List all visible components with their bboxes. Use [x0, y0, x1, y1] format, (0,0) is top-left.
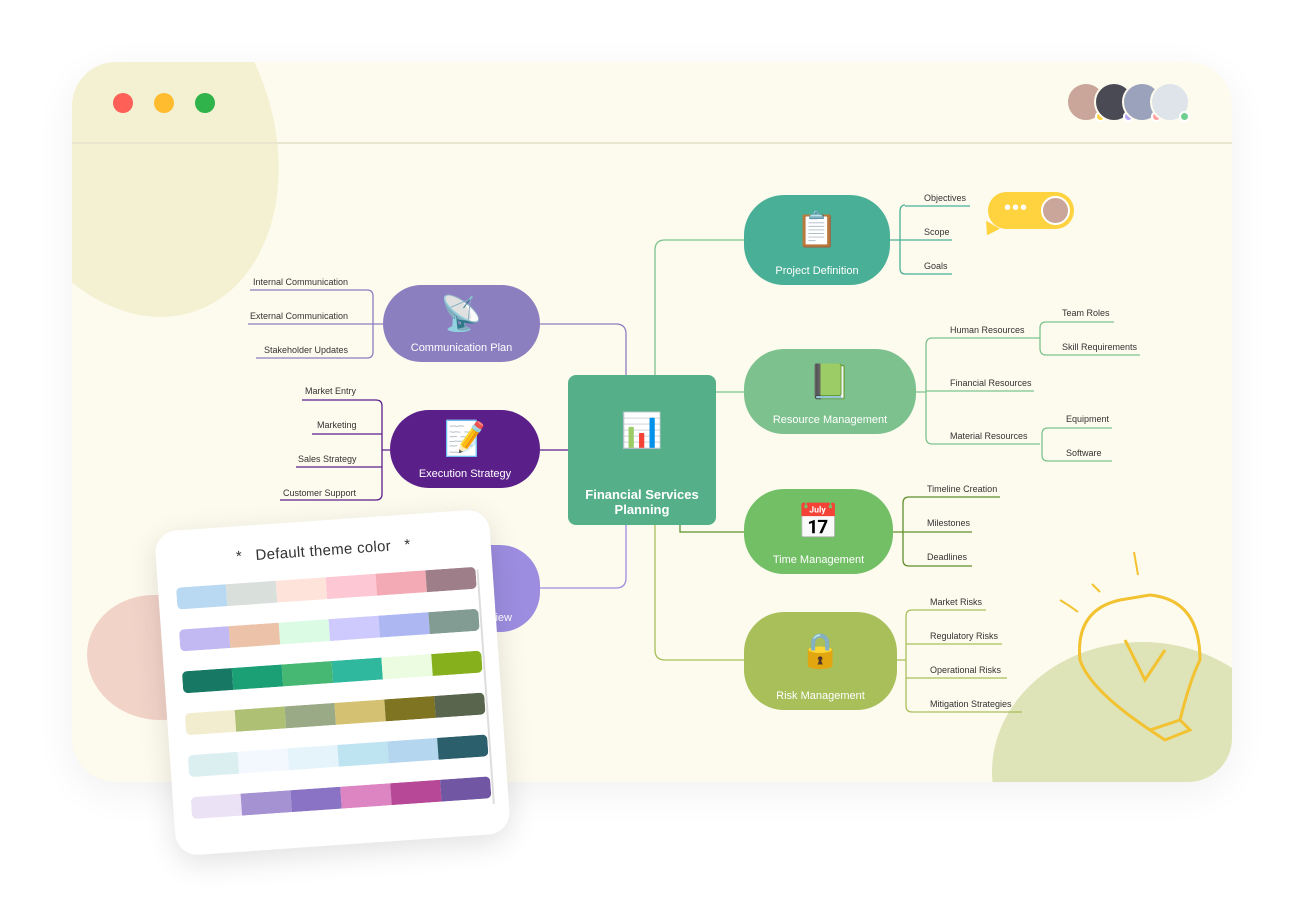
- leaf-node[interactable]: Deadlines: [927, 552, 967, 562]
- leaf-node[interactable]: Regulatory Risks: [930, 631, 998, 641]
- color-swatch[interactable]: [228, 622, 281, 649]
- chart-growth-icon: 📊: [620, 412, 664, 450]
- leaf-node[interactable]: Skill Requirements: [1062, 342, 1137, 352]
- palette-row[interactable]: [190, 776, 492, 820]
- color-swatch[interactable]: [375, 570, 427, 596]
- node-project-definition[interactable]: 📋 Project Definition: [744, 195, 890, 285]
- node-execution-strategy[interactable]: 📝 Execution Strategy: [390, 410, 540, 488]
- color-swatch[interactable]: [187, 751, 240, 778]
- palette-row[interactable]: [178, 608, 480, 652]
- shield-lock-icon: 🔒: [799, 632, 842, 670]
- color-swatch[interactable]: [384, 695, 436, 722]
- color-swatch[interactable]: [240, 790, 292, 816]
- leaf-node[interactable]: Goals: [924, 261, 948, 271]
- typing-dots-icon: •••: [1004, 197, 1029, 219]
- color-swatch[interactable]: [428, 608, 480, 635]
- leaf-node[interactable]: Milestones: [927, 518, 970, 528]
- color-swatch[interactable]: [284, 702, 336, 729]
- color-swatch[interactable]: [440, 776, 492, 802]
- leaf-node[interactable]: Customer Support: [283, 488, 356, 498]
- panel-title: * Default theme color *: [174, 532, 473, 570]
- leaf-node[interactable]: Market Entry: [305, 386, 356, 396]
- comment-bubble[interactable]: •••: [980, 192, 1074, 240]
- palette-row[interactable]: [176, 566, 477, 610]
- color-swatch[interactable]: [184, 709, 237, 736]
- color-swatch[interactable]: [434, 692, 486, 718]
- leaf-node[interactable]: External Communication: [250, 311, 348, 321]
- color-swatch[interactable]: [331, 657, 383, 683]
- color-swatch[interactable]: [437, 734, 489, 760]
- color-swatch[interactable]: [425, 566, 477, 593]
- leaf-node[interactable]: Financial Resources: [950, 378, 1032, 388]
- node-label: Execution Strategy: [418, 468, 512, 480]
- node-label: Resource Management: [772, 414, 888, 426]
- leaf-node[interactable]: Timeline Creation: [927, 484, 997, 494]
- color-swatch[interactable]: [281, 661, 334, 687]
- node-label: Time Management: [772, 554, 865, 566]
- color-swatch[interactable]: [178, 626, 231, 652]
- node-resource-management[interactable]: 📗 Resource Management: [744, 349, 916, 434]
- node-label: Project Definition: [775, 265, 859, 277]
- leaf-node[interactable]: Marketing: [317, 420, 357, 430]
- palette-row[interactable]: [184, 692, 486, 736]
- palette-row[interactable]: [187, 734, 489, 778]
- node-label: Risk Management: [776, 690, 865, 702]
- central-node-label: Financial Services Planning: [585, 487, 699, 517]
- color-swatch[interactable]: [325, 573, 378, 600]
- leaf-node[interactable]: Equipment: [1066, 414, 1109, 424]
- leaf-node[interactable]: Stakeholder Updates: [264, 345, 348, 355]
- checklist-icon: 📋: [795, 211, 839, 249]
- leaf-node[interactable]: Objectives: [924, 193, 966, 203]
- leaf-node[interactable]: Software: [1066, 448, 1102, 458]
- palette-row[interactable]: [181, 650, 483, 694]
- color-swatch[interactable]: [334, 699, 386, 725]
- node-label: Communication Plan: [410, 342, 513, 354]
- lightbulb-icon: [1078, 593, 1202, 742]
- leaf-node[interactable]: Human Resources: [950, 325, 1025, 335]
- avatar: [1041, 196, 1070, 225]
- color-swatch[interactable]: [431, 650, 483, 676]
- calendar-clock-icon: 📅: [797, 502, 840, 541]
- color-swatch[interactable]: [381, 654, 433, 680]
- leaf-node[interactable]: Mitigation Strategies: [930, 699, 1012, 709]
- color-swatch[interactable]: [290, 786, 342, 813]
- leaf-node[interactable]: Scope: [924, 227, 950, 237]
- color-swatch[interactable]: [237, 748, 290, 774]
- color-swatch[interactable]: [278, 619, 331, 645]
- color-swatch[interactable]: [225, 580, 278, 607]
- color-swatch[interactable]: [328, 615, 380, 642]
- color-swatch[interactable]: [390, 779, 442, 806]
- color-swatch[interactable]: [231, 664, 284, 690]
- title-text: Default theme color: [254, 537, 392, 565]
- node-communication-plan[interactable]: 📡 Communication Plan: [383, 285, 540, 362]
- color-swatch[interactable]: [190, 793, 243, 820]
- theme-color-panel: * Default theme color *: [154, 508, 511, 857]
- leaf-node[interactable]: Team Roles: [1062, 308, 1110, 318]
- leaf-node[interactable]: Internal Communication: [253, 277, 348, 287]
- color-swatch[interactable]: [287, 744, 339, 771]
- leaf-node[interactable]: Material Resources: [950, 431, 1028, 441]
- color-swatch[interactable]: [378, 612, 430, 638]
- leaf-node[interactable]: Operational Risks: [930, 665, 1001, 675]
- book-icon: 📗: [808, 362, 852, 401]
- asterisk: *: [403, 536, 412, 554]
- color-swatch[interactable]: [275, 577, 328, 603]
- color-swatch[interactable]: [387, 737, 439, 764]
- node-label: iew: [495, 612, 512, 624]
- color-swatch[interactable]: [337, 741, 389, 767]
- asterisk: *: [235, 548, 243, 566]
- color-swatch[interactable]: [181, 667, 234, 694]
- color-swatch[interactable]: [176, 584, 228, 610]
- color-swatch[interactable]: [234, 706, 287, 732]
- leaf-node[interactable]: Market Risks: [930, 597, 982, 607]
- node-risk-management[interactable]: 🔒 Risk Management: [744, 612, 897, 710]
- notepad-icon: 📝: [443, 420, 487, 458]
- node-time-management[interactable]: 📅 Time Management: [744, 489, 893, 574]
- router-icon: 📡: [440, 294, 483, 333]
- color-swatch[interactable]: [340, 783, 392, 809]
- central-node[interactable]: 📊 Financial Services Planning: [568, 375, 716, 525]
- leaf-node[interactable]: Sales Strategy: [298, 454, 357, 464]
